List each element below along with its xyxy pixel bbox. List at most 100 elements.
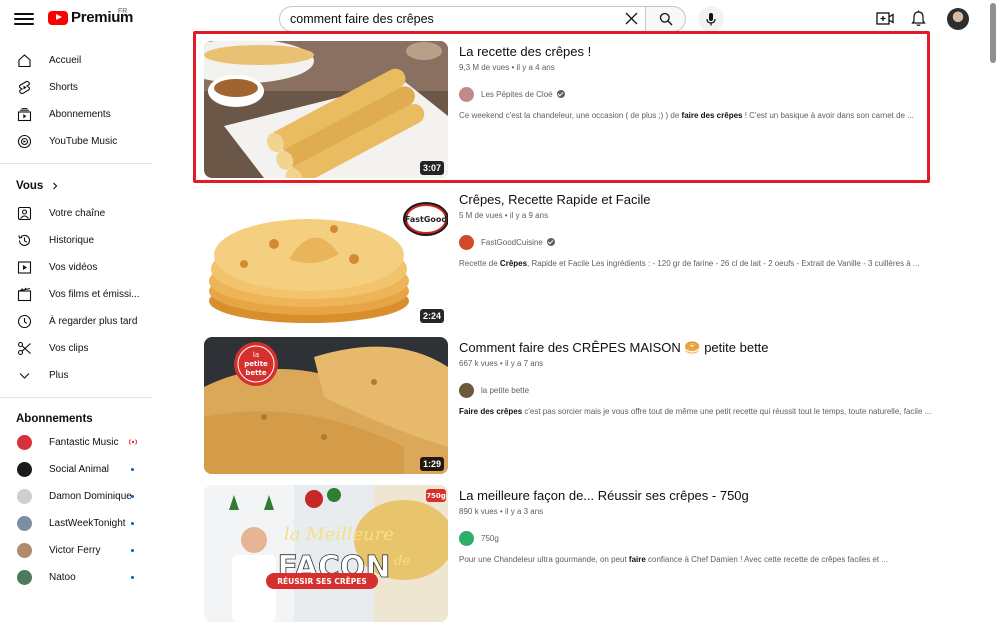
subscription-item-natoo[interactable]: Natoo xyxy=(0,564,160,591)
badge-text: bette xyxy=(245,369,266,377)
search-box xyxy=(279,6,645,32)
sidebar-item-label: Historique xyxy=(49,235,95,246)
channel-avatar xyxy=(459,234,474,250)
channel-link[interactable]: la petite bette xyxy=(459,382,529,398)
sidebar-item-label: Votre chaîne xyxy=(49,208,106,219)
thumb-banner-text: RÉUSSIR SES CRÊPES xyxy=(277,577,367,586)
subscription-label: Victor Ferry xyxy=(49,545,101,556)
channel-name: FastGoodCuisine xyxy=(481,237,543,247)
bell-icon xyxy=(911,10,926,27)
subscription-label: Social Animal xyxy=(49,464,110,475)
microphone-icon xyxy=(706,13,716,26)
shorts-icon xyxy=(18,80,31,95)
channel-name: Les Pépites de Cloé xyxy=(481,89,553,99)
watch-later-icon xyxy=(17,314,32,329)
new-content-dot xyxy=(131,576,134,579)
channel-avatar xyxy=(459,530,474,546)
video-title[interactable]: Comment faire des CRÊPES MAISON 🥯 petite… xyxy=(459,340,769,356)
create-button[interactable] xyxy=(876,11,894,31)
music-icon xyxy=(17,134,32,149)
sidebar-divider xyxy=(0,397,152,398)
sidebar-item-watch-later[interactable]: À regarder plus tard xyxy=(0,308,160,335)
sidebar-item-more[interactable]: Plus xyxy=(0,362,160,389)
thumb-badge-text: 750g xyxy=(426,492,446,500)
menu-icon[interactable] xyxy=(14,10,34,28)
account-avatar[interactable] xyxy=(947,8,969,30)
subscriptions-icon xyxy=(17,108,32,122)
films-icon xyxy=(17,287,32,302)
thumb-title-line: la Meilleure xyxy=(284,524,394,545)
thumb-title-line: de xyxy=(394,554,410,569)
desc-highlight: faire des crêpes xyxy=(681,111,743,120)
clear-search-icon[interactable] xyxy=(624,11,639,26)
subscription-item-social-animal[interactable]: Social Animal xyxy=(0,456,160,483)
channel-link[interactable]: FastGoodCuisine xyxy=(459,234,555,250)
video-thumbnail[interactable]: FastGood 2:24 xyxy=(204,189,448,326)
sidebar-item-label: Plus xyxy=(49,370,69,381)
subscriptions-heading: Abonnements xyxy=(16,413,93,425)
video-title[interactable]: La recette des crêpes ! xyxy=(459,44,591,59)
sidebar-item-your-films[interactable]: Vos films et émissi... xyxy=(0,281,160,308)
desc-highlight: Faire des crêpes xyxy=(459,407,523,416)
search-input[interactable] xyxy=(290,12,610,26)
video-meta: 667 k vues • il y a 7 ans xyxy=(459,359,544,368)
subscription-item-lastweektonight[interactable]: LastWeekTonight xyxy=(0,510,160,537)
desc-highlight: faire xyxy=(628,555,646,564)
sidebar-item-your-channel[interactable]: Votre chaîne xyxy=(0,200,160,227)
fastgood-badge-text: FastGood xyxy=(405,215,448,224)
chevron-down-icon xyxy=(19,373,30,379)
video-meta: 890 k vues • il y a 3 ans xyxy=(459,507,544,516)
video-description: Pour une Chandeleur ultra gourmande, on … xyxy=(459,555,888,564)
video-result[interactable]: FastGood 2:24 Crêpes, Recette Rapide et … xyxy=(204,189,944,326)
video-thumbnail[interactable]: 3:07 xyxy=(204,41,448,178)
sidebar-item-youtube-music[interactable]: YouTube Music xyxy=(0,128,160,155)
you-heading-label: Vous xyxy=(16,180,44,192)
channel-avatar xyxy=(17,543,32,558)
video-title[interactable]: La meilleure façon de... Réussir ses crê… xyxy=(459,488,749,503)
desc-text: confiance à Chef Damien ! Avec cette rec… xyxy=(645,555,889,564)
desc-highlight: Crêpes xyxy=(499,259,528,268)
scrollbar-thumb[interactable] xyxy=(990,3,996,63)
video-result[interactable]: la Meilleure FAÇON de RÉUSSIR SES CRÊPES… xyxy=(204,485,944,622)
channel-avatar xyxy=(17,489,32,504)
channel-avatar xyxy=(459,382,474,398)
video-thumbnail[interactable]: la Meilleure FAÇON de RÉUSSIR SES CRÊPES… xyxy=(204,485,448,622)
channel-link[interactable]: 750g xyxy=(459,530,499,546)
subscription-item-damon-dominique[interactable]: Damon Dominique xyxy=(0,483,160,510)
sidebar-item-label: Vos films et émissi... xyxy=(49,289,140,300)
video-title[interactable]: Crêpes, Recette Rapide et Facile xyxy=(459,192,650,207)
sidebar-item-your-clips[interactable]: Vos clips xyxy=(0,335,160,362)
history-icon xyxy=(18,234,30,246)
sidebar-item-home[interactable]: Accueil xyxy=(0,47,160,74)
video-duration: 2:24 xyxy=(419,309,444,323)
subscription-item-fantastic-music[interactable]: Fantastic Music xyxy=(0,429,160,456)
channel-avatar xyxy=(459,86,474,102)
video-description: Faire des crêpes c'est pas sorcier mais … xyxy=(459,407,931,416)
channel-name: la petite bette xyxy=(481,385,530,395)
desc-text: Recette de xyxy=(459,259,500,268)
sidebar-item-label: À regarder plus tard xyxy=(49,316,138,327)
sidebar-item-shorts[interactable]: Shorts xyxy=(0,74,160,101)
sidebar-item-history[interactable]: Historique xyxy=(0,227,160,254)
sidebar-item-subscriptions[interactable]: Abonnements xyxy=(0,101,160,128)
video-duration: 3:07 xyxy=(419,161,444,175)
notifications-button[interactable] xyxy=(911,10,926,32)
channel-avatar xyxy=(17,435,32,450)
sidebar-item-label: Vos vidéos xyxy=(49,262,98,273)
video-result[interactable]: la petite bette 1:29 Comment faire des C… xyxy=(204,337,944,474)
videos-icon xyxy=(17,261,32,274)
you-section-heading[interactable]: Vous xyxy=(16,180,60,192)
subscription-item-victor-ferry[interactable]: Victor Ferry xyxy=(0,537,160,564)
sidebar-item-your-videos[interactable]: Vos vidéos xyxy=(0,254,160,281)
video-thumbnail[interactable]: la petite bette 1:29 xyxy=(204,337,448,474)
search-button[interactable] xyxy=(645,6,686,32)
channel-link[interactable]: Les Pépites de Cloé xyxy=(459,86,565,102)
video-meta: 9,3 M de vues • il y a 4 ans xyxy=(459,63,555,72)
chevron-right-icon xyxy=(53,182,58,190)
video-result[interactable]: 3:07 La recette des crêpes ! 9,3 M de vu… xyxy=(204,41,944,178)
sidebar-item-label: Abonnements xyxy=(49,109,111,120)
scrollbar-track[interactable] xyxy=(987,0,1000,591)
youtube-play-icon xyxy=(48,10,68,25)
subscription-label: LastWeekTonight xyxy=(49,518,126,529)
voice-search-button[interactable] xyxy=(698,6,724,32)
